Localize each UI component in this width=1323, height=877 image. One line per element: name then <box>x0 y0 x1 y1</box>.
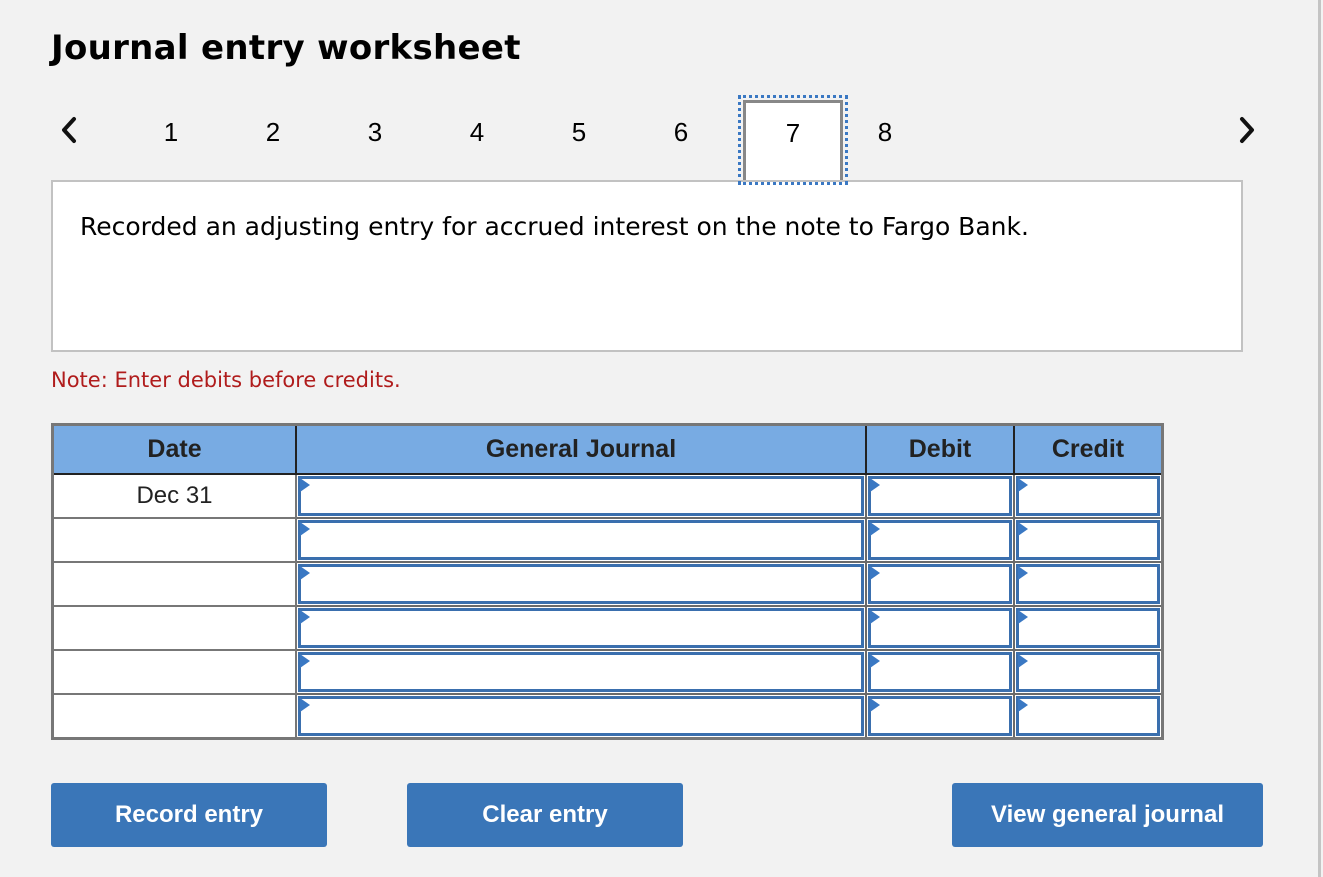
account-input[interactable] <box>298 652 864 692</box>
page-tab-label: 8 <box>877 116 893 147</box>
credit-input[interactable] <box>1016 652 1160 692</box>
dropdown-marker-icon <box>1018 478 1028 492</box>
note-text: Note: Enter debits before credits. <box>51 368 401 392</box>
header-debit: Debit <box>865 424 1015 475</box>
debit-input[interactable] <box>868 696 1012 736</box>
date-cell <box>51 693 297 740</box>
dropdown-marker-icon <box>870 522 880 536</box>
page-tab-label: 6 <box>673 116 689 147</box>
credit-input[interactable] <box>1016 696 1160 736</box>
table-header-row: Date General Journal Debit Credit <box>51 424 1164 475</box>
dropdown-marker-icon <box>870 478 880 492</box>
credit-cell <box>1013 517 1164 563</box>
debit-cell <box>865 561 1015 607</box>
account-cell <box>295 561 867 607</box>
table-row <box>51 605 1164 651</box>
header-credit: Credit <box>1013 424 1164 475</box>
credit-input[interactable] <box>1016 476 1160 516</box>
dropdown-marker-icon <box>300 654 310 668</box>
page-tab-label: 2 <box>265 116 281 147</box>
next-button[interactable] <box>1232 110 1262 150</box>
account-input[interactable] <box>298 608 864 648</box>
account-cell <box>295 605 867 651</box>
dropdown-marker-icon <box>870 610 880 624</box>
page-tab-label: 1 <box>163 116 179 147</box>
account-cell <box>295 517 867 563</box>
page-tab-label: 7 <box>785 118 801 148</box>
dropdown-marker-icon <box>300 566 310 580</box>
table-row <box>51 649 1164 695</box>
page-tab-7[interactable]: 7 <box>738 95 848 185</box>
credit-cell <box>1013 605 1164 651</box>
page-tab-4[interactable]: 4 <box>426 100 528 184</box>
page-tab-2[interactable]: 2 <box>222 100 324 184</box>
debit-cell <box>865 693 1015 740</box>
credit-input[interactable] <box>1016 520 1160 560</box>
date-cell <box>51 561 297 607</box>
credit-cell <box>1013 561 1164 607</box>
dropdown-marker-icon <box>1018 566 1028 580</box>
account-cell <box>295 649 867 695</box>
account-cell <box>295 473 867 519</box>
header-general-journal: General Journal <box>295 424 867 475</box>
debit-input[interactable] <box>868 608 1012 648</box>
account-input[interactable] <box>298 696 864 736</box>
debit-cell <box>865 517 1015 563</box>
dropdown-marker-icon <box>1018 610 1028 624</box>
debit-input[interactable] <box>868 564 1012 604</box>
credit-input[interactable] <box>1016 564 1160 604</box>
header-date: Date <box>51 424 297 475</box>
page-title: Journal entry worksheet <box>51 28 521 68</box>
page-tab-1[interactable]: 1 <box>120 100 222 184</box>
account-input[interactable] <box>298 476 864 516</box>
dropdown-marker-icon <box>870 566 880 580</box>
date-cell <box>51 649 297 695</box>
page-tab-8[interactable]: 8 <box>834 100 936 184</box>
page-tab-label: 4 <box>469 116 485 147</box>
record-entry-button[interactable]: Record entry <box>51 783 327 847</box>
debit-input[interactable] <box>868 476 1012 516</box>
prev-button[interactable] <box>54 110 84 150</box>
page-tab-label: 5 <box>571 116 587 147</box>
credit-cell <box>1013 693 1164 740</box>
date-cell <box>51 605 297 651</box>
dropdown-marker-icon <box>1018 522 1028 536</box>
transaction-description: Recorded an adjusting entry for accrued … <box>51 180 1243 352</box>
debit-input[interactable] <box>868 520 1012 560</box>
debit-cell <box>865 649 1015 695</box>
debit-cell <box>865 473 1015 519</box>
dropdown-marker-icon <box>1018 698 1028 712</box>
dropdown-marker-icon <box>870 654 880 668</box>
view-general-journal-button[interactable]: View general journal <box>952 783 1263 847</box>
credit-cell <box>1013 649 1164 695</box>
credit-input[interactable] <box>1016 608 1160 648</box>
dropdown-marker-icon <box>300 478 310 492</box>
table-row <box>51 561 1164 607</box>
debit-cell <box>865 605 1015 651</box>
table-row: Dec 31 <box>51 473 1164 519</box>
dropdown-marker-icon <box>300 522 310 536</box>
chevron-left-icon <box>62 117 76 143</box>
clear-entry-button[interactable]: Clear entry <box>407 783 683 847</box>
page-tab-label: 3 <box>367 116 383 147</box>
date-cell: Dec 31 <box>51 473 297 519</box>
date-cell <box>51 517 297 563</box>
page-tab-6[interactable]: 6 <box>630 100 732 184</box>
dropdown-marker-icon <box>300 610 310 624</box>
table-row <box>51 517 1164 563</box>
scrollbar-edge <box>1318 0 1321 877</box>
credit-cell <box>1013 473 1164 519</box>
account-input[interactable] <box>298 564 864 604</box>
debit-input[interactable] <box>868 652 1012 692</box>
page-tab-3[interactable]: 3 <box>324 100 426 184</box>
dropdown-marker-icon <box>300 698 310 712</box>
journal-table: Date General Journal Debit Credit Dec 31 <box>51 423 1164 740</box>
account-cell <box>295 693 867 740</box>
dropdown-marker-icon <box>1018 654 1028 668</box>
account-input[interactable] <box>298 520 864 560</box>
chevron-right-icon <box>1240 117 1254 143</box>
dropdown-marker-icon <box>870 698 880 712</box>
page-tab-5[interactable]: 5 <box>528 100 630 184</box>
table-row <box>51 693 1164 740</box>
